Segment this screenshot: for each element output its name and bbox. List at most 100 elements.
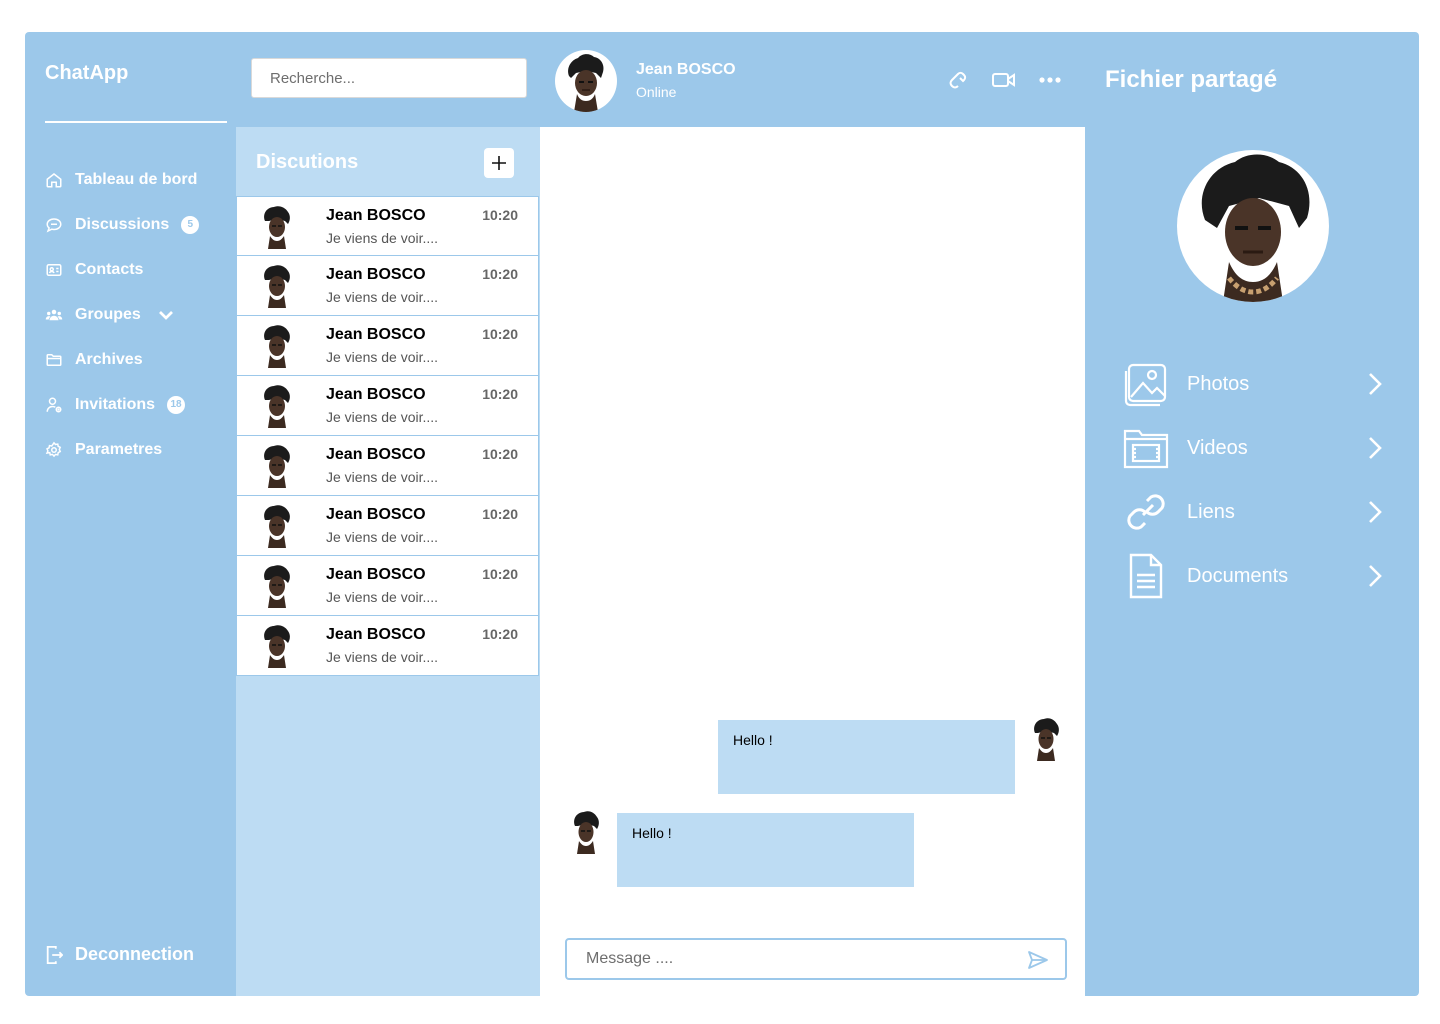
discussion-name: Jean BOSCO — [326, 326, 426, 343]
avatar — [264, 206, 290, 249]
list-item[interactable]: Jean BOSCO Je viens de voir.... 10:20 — [236, 556, 539, 616]
sidebar-item-label: Contacts — [75, 260, 144, 278]
logo-divider — [45, 121, 227, 123]
sidebar-item-archives[interactable]: Archives — [45, 337, 235, 382]
phone-icon[interactable] — [945, 68, 971, 92]
avatar — [1034, 718, 1059, 761]
discussion-time: 10:20 — [482, 207, 518, 223]
sidebar-item-invitations[interactable]: Invitations 18 — [45, 382, 235, 427]
avatar — [264, 265, 290, 308]
discussion-preview: Je viens de voir.... — [326, 649, 439, 665]
folder-icon — [46, 353, 62, 366]
chat-header-actions — [945, 68, 1063, 92]
search-input[interactable] — [251, 58, 527, 98]
app-logo: ChatApp — [45, 62, 129, 84]
discussion-name: Jean BOSCO — [326, 266, 426, 283]
contact-name: Jean BOSCO — [636, 61, 736, 78]
discussion-time: 10:20 — [482, 506, 518, 522]
discussion-time: 10:20 — [482, 386, 518, 402]
contact-avatar[interactable] — [555, 50, 617, 112]
avatar — [264, 445, 290, 488]
sidebar-item-label: Invitations — [75, 395, 156, 413]
new-discussion-button[interactable] — [484, 148, 514, 178]
list-item[interactable]: Jean BOSCO Je viens de voir.... 10:20 — [236, 496, 539, 556]
chevron-down-icon[interactable] — [157, 306, 175, 324]
chevron-right-icon — [1369, 437, 1382, 459]
list-item[interactable]: Jean BOSCO Je viens de voir.... 10:20 — [236, 436, 539, 496]
list-item[interactable]: Jean BOSCO Je viens de voir.... 10:20 — [236, 316, 539, 376]
sidebar-item-settings[interactable]: Parametres — [45, 427, 235, 472]
list-item[interactable]: Jean BOSCO Je viens de voir.... 10:20 — [236, 196, 539, 256]
send-icon[interactable] — [1027, 950, 1049, 970]
discussion-name: Jean BOSCO — [326, 506, 426, 523]
list-item[interactable]: Jean BOSCO Je viens de voir.... 10:20 — [236, 376, 539, 436]
discussion-preview: Je viens de voir.... — [326, 349, 439, 365]
shared-links-item[interactable]: Liens — [1123, 480, 1383, 544]
discussion-list: Jean BOSCO Je viens de voir.... 10:20 Je… — [236, 196, 539, 676]
home-icon — [46, 172, 62, 187]
sidebar-item-contacts[interactable]: Contacts — [45, 247, 235, 292]
chat-bubble-icon — [46, 217, 62, 232]
document-icon — [1129, 553, 1163, 599]
message-bubble-incoming: Hello ! — [617, 813, 914, 887]
avatar — [264, 505, 290, 548]
chevron-right-icon — [1369, 373, 1382, 395]
video-camera-icon[interactable] — [991, 68, 1017, 92]
more-options-icon[interactable] — [1037, 68, 1063, 92]
plus-icon — [492, 156, 506, 170]
sidebar-item-label: Groupes — [75, 305, 141, 323]
discussion-name: Jean BOSCO — [326, 446, 426, 463]
unread-badge: 5 — [181, 215, 200, 234]
contact-card-icon — [46, 263, 62, 276]
discussions-title: Discutions — [256, 151, 359, 173]
shared-documents-item[interactable]: Documents — [1123, 544, 1383, 608]
discussion-name: Jean BOSCO — [326, 566, 426, 583]
logout-icon — [46, 945, 63, 964]
sidebar-item-label: Parametres — [75, 440, 163, 458]
sidebar-nav: Tableau de bord Discussions 5 Contacts G… — [45, 157, 235, 472]
shared-item-label: Documents — [1187, 564, 1289, 587]
sidebar-item-discussions[interactable]: Discussions 5 — [45, 202, 235, 247]
avatar — [264, 325, 290, 368]
logout-label: Deconnection — [75, 944, 195, 964]
profile-avatar — [1177, 150, 1329, 302]
avatar — [264, 385, 290, 428]
shared-item-label: Photos — [1187, 372, 1250, 395]
user-add-icon — [46, 397, 62, 412]
discussion-name: Jean BOSCO — [326, 626, 426, 643]
sidebar-item-label: Archives — [75, 350, 143, 368]
image-icon — [1124, 363, 1167, 407]
discussion-name: Jean BOSCO — [326, 386, 426, 403]
avatar — [264, 625, 290, 668]
sidebar-item-label: Tableau de bord — [75, 170, 198, 188]
shared-files-list: Photos Videos Liens Documents — [1123, 352, 1383, 608]
chevron-right-icon — [1369, 501, 1382, 523]
discussion-preview: Je viens de voir.... — [326, 469, 439, 485]
discussion-preview: Je viens de voir.... — [326, 289, 439, 305]
logout-button[interactable]: Deconnection — [45, 944, 194, 965]
users-icon — [45, 309, 63, 320]
chat-area: Hello ! Hello ! — [540, 127, 1085, 996]
discussion-time: 10:20 — [482, 566, 518, 582]
shared-videos-item[interactable]: Videos — [1123, 416, 1383, 480]
sidebar-item-label: Discussions — [75, 215, 170, 233]
contact-status: Online — [636, 84, 677, 100]
chat-app-window: ChatApp Tableau de bord Discussions 5 Co… — [25, 32, 1419, 996]
discussions-panel: Discutions Jean BOSCO Je viens de voir..… — [236, 127, 540, 996]
discussion-time: 10:20 — [482, 446, 518, 462]
avatar-illustration — [1201, 154, 1310, 302]
sidebar-item-dashboard[interactable]: Tableau de bord — [45, 157, 235, 202]
shared-photos-item[interactable]: Photos — [1123, 352, 1383, 416]
sidebar-item-groups[interactable]: Groupes — [45, 292, 235, 337]
discussion-preview: Je viens de voir.... — [326, 529, 439, 545]
avatar — [264, 565, 290, 608]
discussion-preview: Je viens de voir.... — [326, 409, 439, 425]
list-item[interactable]: Jean BOSCO Je viens de voir.... 10:20 — [236, 616, 539, 676]
message-input[interactable] — [567, 940, 1017, 978]
list-item[interactable]: Jean BOSCO Je viens de voir.... 10:20 — [236, 256, 539, 316]
message-composer — [565, 938, 1067, 980]
discussion-time: 10:20 — [482, 266, 518, 282]
video-folder-icon — [1123, 429, 1169, 469]
shared-item-label: Liens — [1187, 500, 1235, 523]
avatar-illustration — [568, 54, 604, 112]
